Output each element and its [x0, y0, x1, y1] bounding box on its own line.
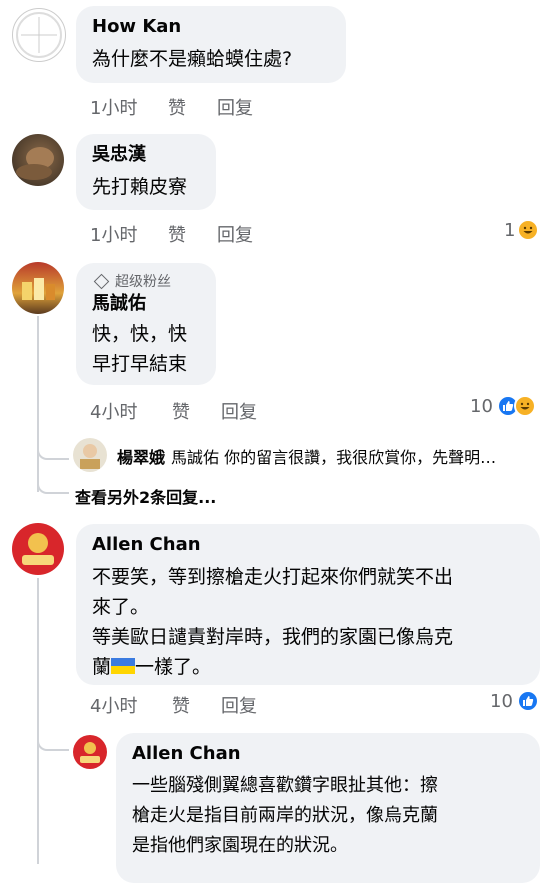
reply-author[interactable]: Allen Chan [132, 743, 524, 765]
laugh-reaction-icon [517, 219, 540, 241]
avatar-image [16, 12, 62, 58]
like-button[interactable]: 赞 [172, 398, 190, 424]
reply-line: 一些腦殘側翼總喜歡鑽字眼扯其他：擦 [132, 775, 438, 796]
comment-author[interactable]: 吳忠漢 [92, 144, 200, 166]
reaction-count: 10 [490, 690, 513, 712]
badge-label: 超级粉丝 [115, 274, 171, 290]
comment-time[interactable]: 1小时 [90, 221, 137, 247]
comment-text: 不要笑，等到擦槍走火打起來你們就笑不出 來了。 等美歐日譴責對岸時，我們的家園已… [92, 562, 524, 682]
comment-bubble-how-kan: How Kan 為什麼不是癩蛤蟆住處? [76, 6, 346, 83]
reply-text: 一些腦殘側翼總喜歡鑽字眼扯其他：擦 槍走火是指目前兩岸的狀況，像烏克蘭 是指他們… [132, 771, 524, 861]
comment-line: 快，快，快 [92, 323, 188, 345]
comment-line: 等美歐日譴責對岸時，我們的家園已像烏克 [92, 626, 454, 648]
avatar-wu-zhonghan[interactable] [12, 134, 64, 186]
avatar-image [80, 742, 100, 763]
avatar-allen-chan[interactable] [12, 523, 64, 575]
comment-author[interactable]: 馬誠佑 [92, 293, 200, 315]
reply-line: 是指他們家園現在的狀況。 [132, 835, 348, 856]
reaction-count: 1 [504, 219, 516, 241]
comment-text: 為什麼不是癩蛤蟆住處? [92, 48, 293, 70]
reply-button[interactable]: 回复 [217, 94, 253, 120]
like-button[interactable]: 赞 [172, 692, 190, 718]
reply-text: 馬誠佑 你的留言很讚，我很欣賞你，先聲明… [171, 448, 497, 467]
thread-line [37, 578, 39, 864]
laugh-reaction-icon [513, 395, 536, 417]
like-button[interactable]: 赞 [168, 221, 186, 247]
reaction-count: 10 [470, 395, 493, 417]
avatar-image [22, 278, 55, 300]
avatar-ma-chengyou[interactable] [12, 262, 64, 314]
like-button[interactable]: 赞 [168, 94, 186, 120]
comment-line: 蘭一樣了。 [92, 656, 212, 678]
comment-line: 早打早結束 [92, 353, 188, 375]
comment-bubble-allen-chan: Allen Chan 不要笑，等到擦槍走火打起來你們就笑不出 來了。 等美歐日譴… [76, 524, 540, 685]
reaction-summary[interactable]: 10 [470, 395, 536, 417]
like-reaction-icon [516, 690, 539, 712]
avatar-allen-chan-reply[interactable] [73, 735, 107, 769]
avatar-yang-cuie[interactable] [73, 438, 107, 472]
comment-bubble-wu-zhonghan: 吳忠漢 先打賴皮寮 [76, 134, 216, 210]
comment-text: 快，快，快 早打早結束 [92, 319, 200, 379]
avatar-image [22, 533, 54, 565]
reply-line: 槍走火是指目前兩岸的狀況，像烏克蘭 [132, 805, 438, 826]
avatar-image [16, 147, 54, 180]
reply-bubble-allen-chan: Allen Chan 一些腦殘側翼總喜歡鑽字眼扯其他：擦 槍走火是指目前兩岸的狀… [116, 733, 540, 883]
comment-text: 先打賴皮寮 [92, 176, 188, 198]
comment-time[interactable]: 4小时 [90, 398, 137, 424]
avatar-how-kan[interactable] [12, 8, 66, 62]
thread-branch [37, 478, 69, 494]
reply-author[interactable]: 楊翠娥 [117, 448, 165, 467]
thread-line [37, 316, 39, 492]
view-more-replies-link[interactable]: 查看另外2条回复... [75, 484, 216, 508]
reply-button[interactable]: 回复 [221, 692, 257, 718]
top-fan-badge: 超级粉丝 [92, 271, 200, 291]
comment-line: 來了。 [92, 596, 150, 618]
comment-bubble-ma-chengyou: 超级粉丝 馬誠佑 快，快，快 早打早結束 [76, 263, 216, 385]
thread-branch [37, 735, 69, 751]
reply-preview[interactable]: 楊翠娥 馬誠佑 你的留言很讚，我很欣賞你，先聲明… [117, 444, 496, 468]
reply-button[interactable]: 回复 [217, 221, 253, 247]
comment-line: 不要笑，等到擦槍走火打起來你們就笑不出 [92, 566, 454, 588]
diamond-icon [93, 273, 110, 289]
comment-time[interactable]: 1小时 [90, 94, 137, 120]
thread-branch [37, 444, 69, 460]
comment-author[interactable]: How Kan [92, 16, 330, 38]
comment-author[interactable]: Allen Chan [92, 534, 524, 556]
reply-button[interactable]: 回复 [221, 398, 257, 424]
ukraine-flag-icon [111, 658, 136, 674]
reaction-summary[interactable]: 1 [504, 219, 540, 241]
comment-time[interactable]: 4小时 [90, 692, 137, 718]
reaction-summary[interactable]: 10 [490, 690, 539, 712]
avatar-image [80, 444, 100, 469]
